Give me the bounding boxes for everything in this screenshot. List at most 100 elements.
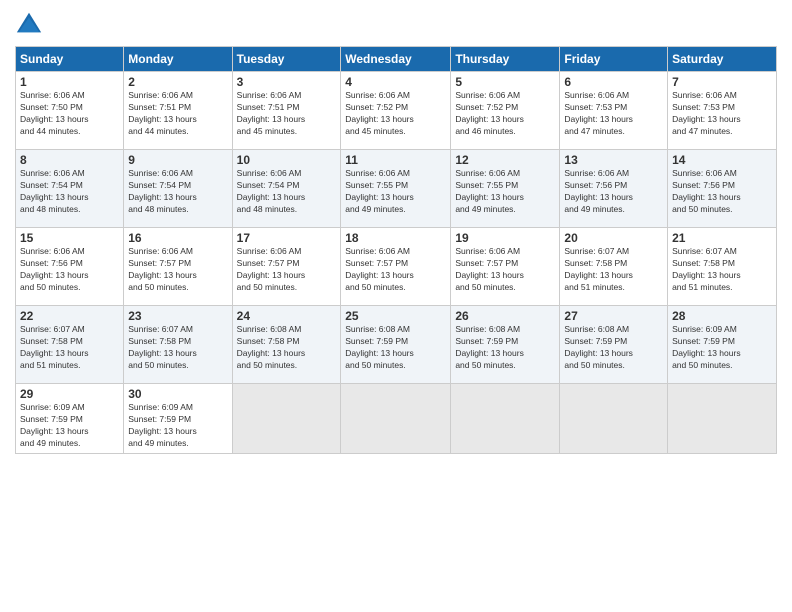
- calendar-page: SundayMondayTuesdayWednesdayThursdayFrid…: [0, 0, 792, 612]
- day-info: Sunrise: 6:06 AM Sunset: 7:54 PM Dayligh…: [237, 168, 337, 216]
- calendar-cell: 25 Sunrise: 6:08 AM Sunset: 7:59 PM Dayl…: [341, 306, 451, 384]
- day-number: 12: [455, 153, 555, 167]
- calendar-cell: 8 Sunrise: 6:06 AM Sunset: 7:54 PM Dayli…: [16, 150, 124, 228]
- calendar-cell: 20 Sunrise: 6:07 AM Sunset: 7:58 PM Dayl…: [560, 228, 668, 306]
- day-info: Sunrise: 6:09 AM Sunset: 7:59 PM Dayligh…: [128, 402, 227, 450]
- day-number: 3: [237, 75, 337, 89]
- day-number: 16: [128, 231, 227, 245]
- calendar-cell: 19 Sunrise: 6:06 AM Sunset: 7:57 PM Dayl…: [451, 228, 560, 306]
- day-number: 17: [237, 231, 337, 245]
- calendar-cell: 29 Sunrise: 6:09 AM Sunset: 7:59 PM Dayl…: [16, 384, 124, 454]
- day-info: Sunrise: 6:06 AM Sunset: 7:57 PM Dayligh…: [128, 246, 227, 294]
- weekday-header-wednesday: Wednesday: [341, 47, 451, 72]
- calendar-cell: [232, 384, 341, 454]
- day-info: Sunrise: 6:06 AM Sunset: 7:53 PM Dayligh…: [564, 90, 663, 138]
- day-info: Sunrise: 6:06 AM Sunset: 7:57 PM Dayligh…: [345, 246, 446, 294]
- week-row-1: 1 Sunrise: 6:06 AM Sunset: 7:50 PM Dayli…: [16, 72, 777, 150]
- day-info: Sunrise: 6:06 AM Sunset: 7:57 PM Dayligh…: [455, 246, 555, 294]
- calendar-cell: 18 Sunrise: 6:06 AM Sunset: 7:57 PM Dayl…: [341, 228, 451, 306]
- day-number: 5: [455, 75, 555, 89]
- day-info: Sunrise: 6:06 AM Sunset: 7:56 PM Dayligh…: [672, 168, 772, 216]
- day-info: Sunrise: 6:08 AM Sunset: 7:58 PM Dayligh…: [237, 324, 337, 372]
- day-number: 14: [672, 153, 772, 167]
- calendar-cell: 24 Sunrise: 6:08 AM Sunset: 7:58 PM Dayl…: [232, 306, 341, 384]
- day-info: Sunrise: 6:07 AM Sunset: 7:58 PM Dayligh…: [128, 324, 227, 372]
- day-info: Sunrise: 6:06 AM Sunset: 7:55 PM Dayligh…: [455, 168, 555, 216]
- weekday-header-row: SundayMondayTuesdayWednesdayThursdayFrid…: [16, 47, 777, 72]
- calendar-cell: 21 Sunrise: 6:07 AM Sunset: 7:58 PM Dayl…: [668, 228, 777, 306]
- week-row-5: 29 Sunrise: 6:09 AM Sunset: 7:59 PM Dayl…: [16, 384, 777, 454]
- calendar-cell: 6 Sunrise: 6:06 AM Sunset: 7:53 PM Dayli…: [560, 72, 668, 150]
- day-info: Sunrise: 6:06 AM Sunset: 7:52 PM Dayligh…: [345, 90, 446, 138]
- calendar-table: SundayMondayTuesdayWednesdayThursdayFrid…: [15, 46, 777, 454]
- day-info: Sunrise: 6:06 AM Sunset: 7:55 PM Dayligh…: [345, 168, 446, 216]
- day-number: 2: [128, 75, 227, 89]
- day-number: 10: [237, 153, 337, 167]
- calendar-cell: 11 Sunrise: 6:06 AM Sunset: 7:55 PM Dayl…: [341, 150, 451, 228]
- week-row-3: 15 Sunrise: 6:06 AM Sunset: 7:56 PM Dayl…: [16, 228, 777, 306]
- day-info: Sunrise: 6:06 AM Sunset: 7:51 PM Dayligh…: [237, 90, 337, 138]
- day-number: 15: [20, 231, 119, 245]
- day-number: 18: [345, 231, 446, 245]
- calendar-cell: 7 Sunrise: 6:06 AM Sunset: 7:53 PM Dayli…: [668, 72, 777, 150]
- calendar-cell: 15 Sunrise: 6:06 AM Sunset: 7:56 PM Dayl…: [16, 228, 124, 306]
- calendar-cell: 2 Sunrise: 6:06 AM Sunset: 7:51 PM Dayli…: [124, 72, 232, 150]
- calendar-cell: 13 Sunrise: 6:06 AM Sunset: 7:56 PM Dayl…: [560, 150, 668, 228]
- day-info: Sunrise: 6:06 AM Sunset: 7:56 PM Dayligh…: [564, 168, 663, 216]
- weekday-header-saturday: Saturday: [668, 47, 777, 72]
- day-number: 11: [345, 153, 446, 167]
- day-number: 28: [672, 309, 772, 323]
- day-number: 25: [345, 309, 446, 323]
- weekday-header-monday: Monday: [124, 47, 232, 72]
- calendar-cell: [560, 384, 668, 454]
- day-number: 26: [455, 309, 555, 323]
- calendar-cell: 9 Sunrise: 6:06 AM Sunset: 7:54 PM Dayli…: [124, 150, 232, 228]
- day-info: Sunrise: 6:06 AM Sunset: 7:57 PM Dayligh…: [237, 246, 337, 294]
- day-number: 13: [564, 153, 663, 167]
- day-info: Sunrise: 6:06 AM Sunset: 7:51 PM Dayligh…: [128, 90, 227, 138]
- day-number: 20: [564, 231, 663, 245]
- day-number: 8: [20, 153, 119, 167]
- day-number: 24: [237, 309, 337, 323]
- day-number: 23: [128, 309, 227, 323]
- calendar-cell: 4 Sunrise: 6:06 AM Sunset: 7:52 PM Dayli…: [341, 72, 451, 150]
- calendar-cell: 26 Sunrise: 6:08 AM Sunset: 7:59 PM Dayl…: [451, 306, 560, 384]
- day-info: Sunrise: 6:09 AM Sunset: 7:59 PM Dayligh…: [672, 324, 772, 372]
- day-info: Sunrise: 6:06 AM Sunset: 7:50 PM Dayligh…: [20, 90, 119, 138]
- day-number: 1: [20, 75, 119, 89]
- calendar-cell: 27 Sunrise: 6:08 AM Sunset: 7:59 PM Dayl…: [560, 306, 668, 384]
- day-number: 21: [672, 231, 772, 245]
- calendar-cell: [451, 384, 560, 454]
- day-number: 9: [128, 153, 227, 167]
- calendar-cell: 22 Sunrise: 6:07 AM Sunset: 7:58 PM Dayl…: [16, 306, 124, 384]
- calendar-cell: 10 Sunrise: 6:06 AM Sunset: 7:54 PM Dayl…: [232, 150, 341, 228]
- calendar-cell: 3 Sunrise: 6:06 AM Sunset: 7:51 PM Dayli…: [232, 72, 341, 150]
- day-number: 7: [672, 75, 772, 89]
- logo-icon: [15, 10, 43, 38]
- day-info: Sunrise: 6:06 AM Sunset: 7:53 PM Dayligh…: [672, 90, 772, 138]
- day-number: 29: [20, 387, 119, 401]
- day-info: Sunrise: 6:06 AM Sunset: 7:54 PM Dayligh…: [20, 168, 119, 216]
- calendar-cell: 16 Sunrise: 6:06 AM Sunset: 7:57 PM Dayl…: [124, 228, 232, 306]
- week-row-4: 22 Sunrise: 6:07 AM Sunset: 7:58 PM Dayl…: [16, 306, 777, 384]
- weekday-header-tuesday: Tuesday: [232, 47, 341, 72]
- logo: [15, 10, 45, 38]
- day-info: Sunrise: 6:07 AM Sunset: 7:58 PM Dayligh…: [20, 324, 119, 372]
- calendar-cell: 30 Sunrise: 6:09 AM Sunset: 7:59 PM Dayl…: [124, 384, 232, 454]
- calendar-cell: 5 Sunrise: 6:06 AM Sunset: 7:52 PM Dayli…: [451, 72, 560, 150]
- weekday-header-thursday: Thursday: [451, 47, 560, 72]
- day-info: Sunrise: 6:08 AM Sunset: 7:59 PM Dayligh…: [345, 324, 446, 372]
- day-info: Sunrise: 6:06 AM Sunset: 7:54 PM Dayligh…: [128, 168, 227, 216]
- day-info: Sunrise: 6:06 AM Sunset: 7:52 PM Dayligh…: [455, 90, 555, 138]
- day-info: Sunrise: 6:08 AM Sunset: 7:59 PM Dayligh…: [564, 324, 663, 372]
- week-row-2: 8 Sunrise: 6:06 AM Sunset: 7:54 PM Dayli…: [16, 150, 777, 228]
- day-number: 27: [564, 309, 663, 323]
- calendar-cell: 23 Sunrise: 6:07 AM Sunset: 7:58 PM Dayl…: [124, 306, 232, 384]
- calendar-cell: 1 Sunrise: 6:06 AM Sunset: 7:50 PM Dayli…: [16, 72, 124, 150]
- weekday-header-friday: Friday: [560, 47, 668, 72]
- calendar-cell: [341, 384, 451, 454]
- day-info: Sunrise: 6:08 AM Sunset: 7:59 PM Dayligh…: [455, 324, 555, 372]
- header: [15, 10, 777, 38]
- day-info: Sunrise: 6:09 AM Sunset: 7:59 PM Dayligh…: [20, 402, 119, 450]
- day-number: 19: [455, 231, 555, 245]
